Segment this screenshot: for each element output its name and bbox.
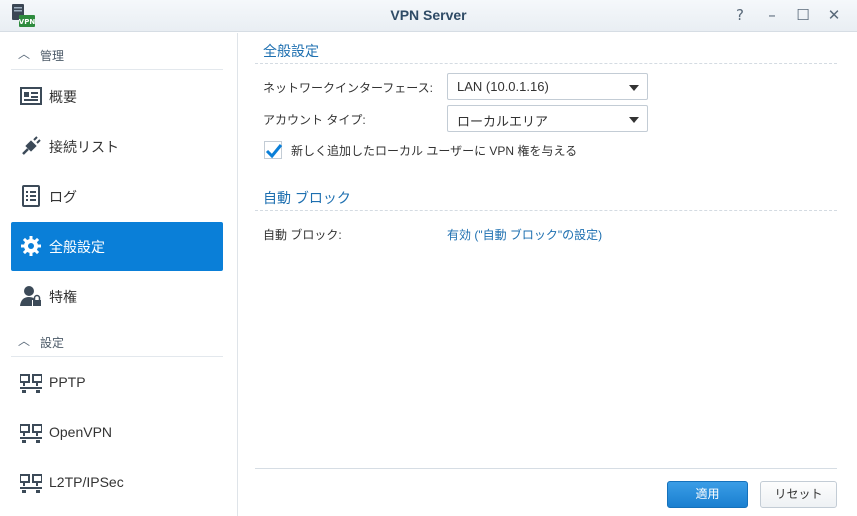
sidebar-item-l2tp-ipsec[interactable]: L2TP/IPSec xyxy=(11,459,223,508)
sidebar-item-log[interactable]: ログ xyxy=(11,172,223,221)
checkmark-icon xyxy=(265,144,283,159)
user-lock-icon xyxy=(20,285,42,307)
main-panel: 全般設定 ネットワークインターフェース: LAN (10.0.1.16) アカウ… xyxy=(239,33,857,516)
section-header-settings[interactable]: ︿ 設定 xyxy=(11,323,223,357)
title-bar: VPN VPN Server ? – ☐ ✕ xyxy=(0,0,857,32)
network-icon xyxy=(19,472,43,494)
sidebar-item-general-settings[interactable]: 全般設定 xyxy=(11,222,223,271)
account-type-select[interactable]: ローカルエリア xyxy=(447,105,648,132)
footer-divider xyxy=(255,468,837,469)
overview-icon xyxy=(20,85,42,107)
maximize-button[interactable]: ☐ xyxy=(794,6,812,24)
caret-down-icon xyxy=(629,117,639,123)
window-title: VPN Server xyxy=(390,7,467,23)
sidebar-item-overview[interactable]: 概要 xyxy=(11,72,223,121)
help-button[interactable]: ? xyxy=(731,6,749,24)
grant-vpn-label: 新しく追加したローカル ユーザーに VPN 権を与える xyxy=(291,144,578,158)
sidebar-item-openvpn[interactable]: OpenVPN xyxy=(11,409,223,458)
auto-block-title: 自動 ブロック xyxy=(263,190,351,206)
auto-block-settings-link[interactable]: 有効 ("自動 ブロック"の設定) xyxy=(447,226,602,243)
plug-icon xyxy=(20,135,42,157)
chevron-up-icon: ︿ xyxy=(18,334,31,348)
sidebar-item-privileges[interactable]: 特権 xyxy=(11,272,223,321)
caret-down-icon xyxy=(629,85,639,91)
apply-button[interactable]: 適用 xyxy=(667,481,748,508)
sidebar: ︿ 管理 概要 接続リスト ログ 全般設定 特権 ︿ 設定 PPTP OpenV… xyxy=(0,33,238,516)
reset-button[interactable]: リセット xyxy=(760,481,837,508)
sidebar-item-connection-list[interactable]: 接続リスト xyxy=(11,122,223,171)
interface-select[interactable]: LAN (10.0.1.16) xyxy=(447,73,648,100)
close-button[interactable]: ✕ xyxy=(825,6,843,24)
chevron-up-icon: ︿ xyxy=(18,47,31,61)
account-type-label: アカウント タイプ: xyxy=(263,113,366,127)
grant-vpn-checkbox[interactable] xyxy=(264,141,283,159)
general-settings-title: 全般設定 xyxy=(263,43,319,59)
divider xyxy=(255,63,837,64)
network-icon xyxy=(19,422,43,444)
section-header-management[interactable]: ︿ 管理 xyxy=(11,36,223,70)
minimize-button[interactable]: – xyxy=(763,6,781,24)
divider xyxy=(255,210,837,211)
gear-icon xyxy=(20,235,42,257)
network-icon xyxy=(19,372,43,394)
log-icon xyxy=(20,185,42,207)
interface-label: ネットワークインターフェース: xyxy=(263,81,434,95)
auto-block-label: 自動 ブロック: xyxy=(263,228,342,242)
sidebar-item-pptp[interactable]: PPTP xyxy=(11,359,223,408)
